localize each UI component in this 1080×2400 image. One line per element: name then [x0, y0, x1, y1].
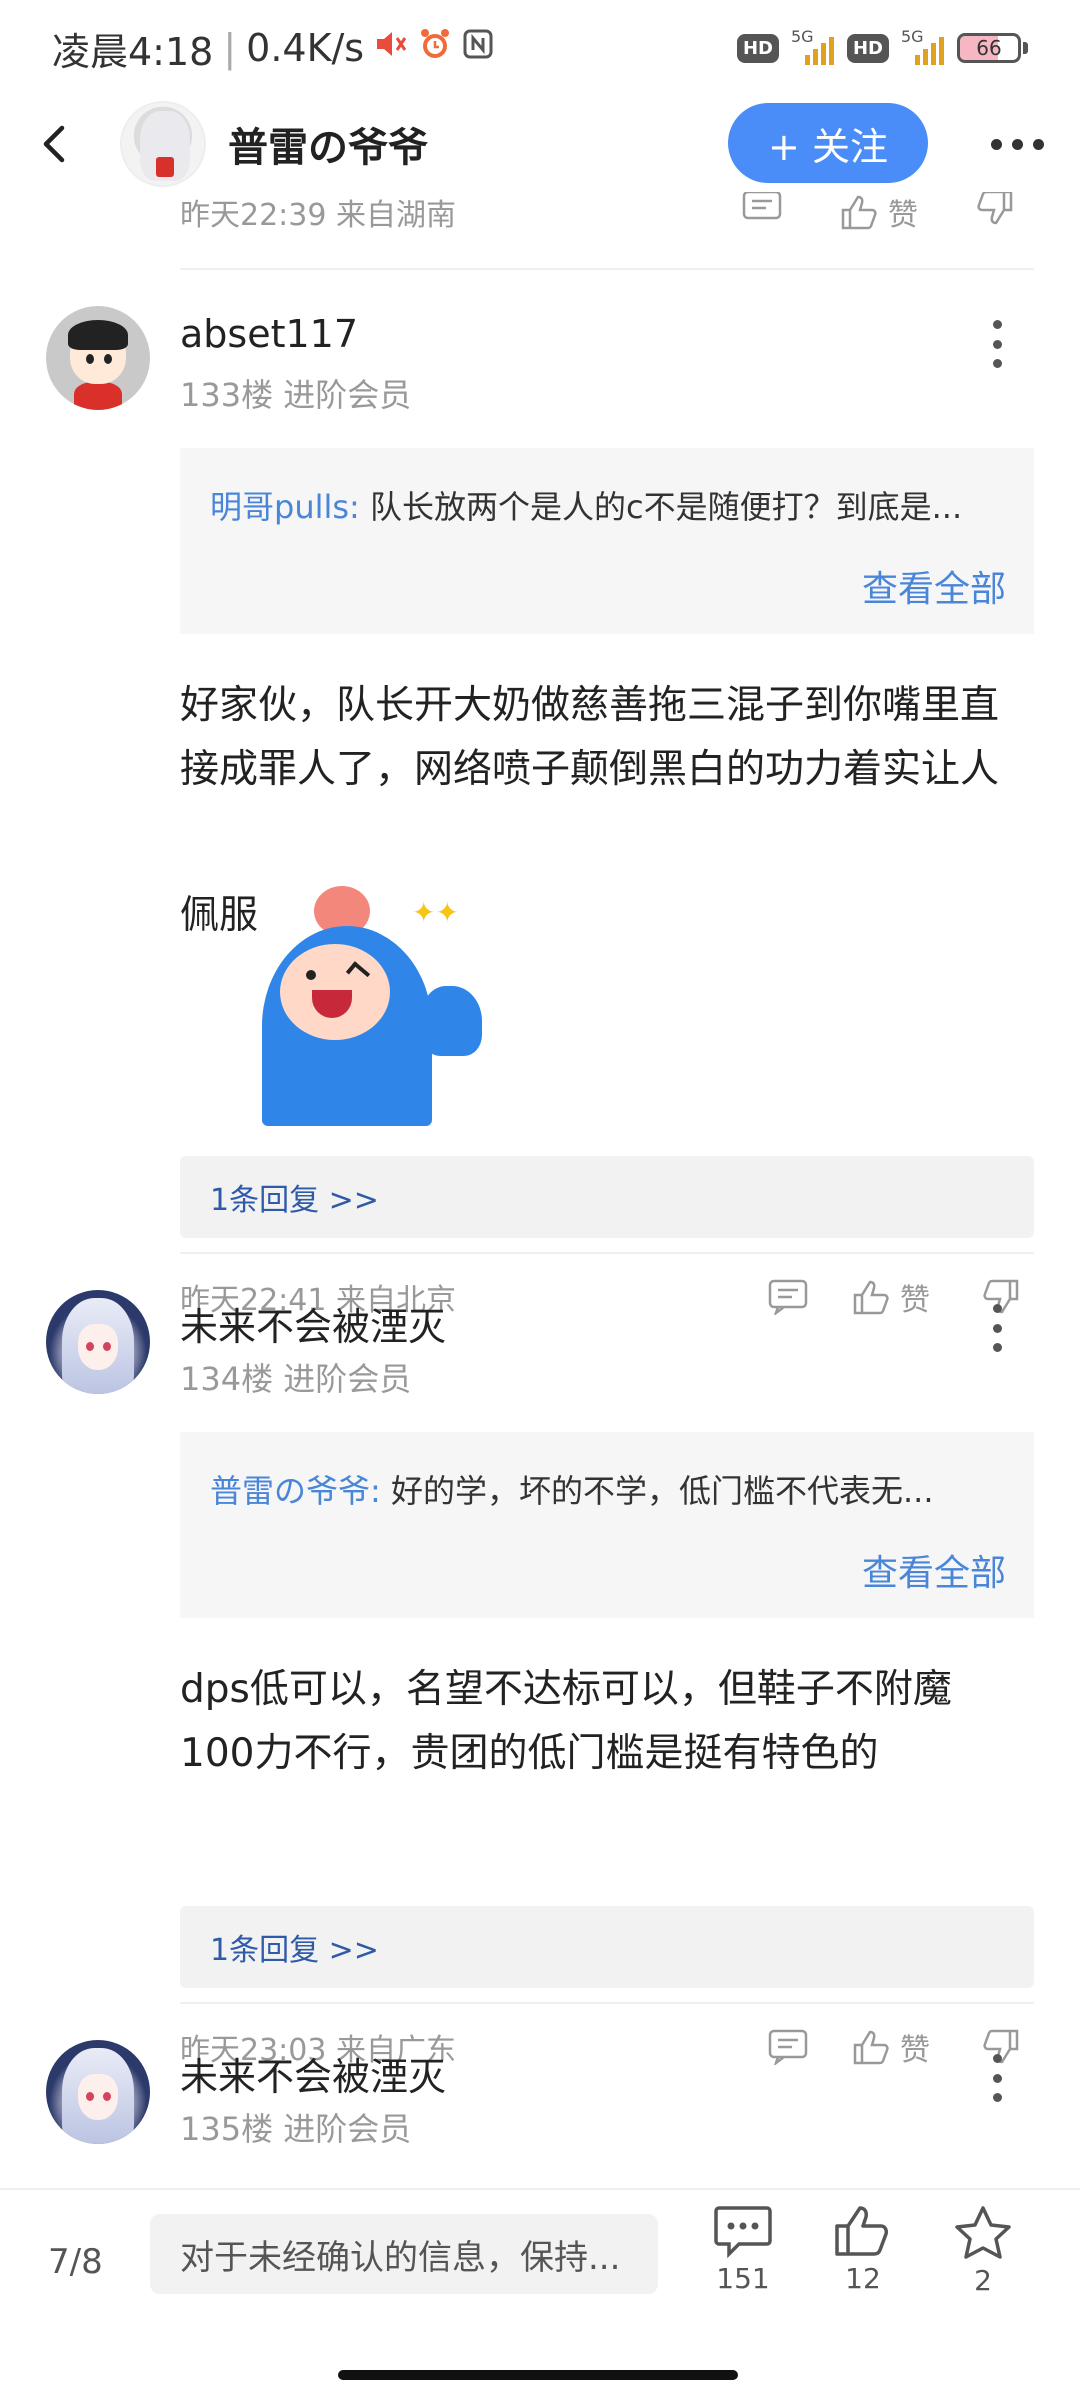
home-indicator[interactable]	[338, 2370, 738, 2380]
hd-badge: HD	[846, 33, 889, 63]
post-menu-button[interactable]	[982, 314, 1012, 374]
status-right: HD 5G HD 5G 66	[736, 27, 1028, 65]
status-bar: 凌晨4:18 | 0.4K/s HD 5G HD 5G 66	[0, 0, 1080, 96]
body-line: 好家伙，队长开大奶做慈善拖三混子到你嘴里直	[180, 683, 1000, 728]
quote-author: 明哥pulls:	[210, 488, 360, 526]
comment-icon	[768, 1279, 808, 1315]
star-icon	[955, 2206, 1011, 2259]
dot	[1032, 138, 1044, 150]
dot	[990, 138, 1002, 150]
previous-post-meta: 昨天22:39 来自湖南 赞	[180, 192, 1034, 232]
comment-icon[interactable]	[742, 192, 782, 232]
battery-level: 66	[976, 36, 1002, 60]
page-indicator[interactable]: 7/8	[48, 2242, 103, 2282]
thumbs-down-icon[interactable]	[976, 192, 1014, 232]
thumbs-up-icon	[853, 2030, 889, 2065]
thumbs-up-icon	[835, 2206, 888, 2256]
battery-tip	[1023, 42, 1028, 54]
floor-level: 134楼 进阶会员	[180, 1360, 412, 1398]
like-thread-button[interactable]: 12	[818, 2204, 908, 2295]
post-time-location: 昨天22:39 来自湖南	[180, 198, 456, 232]
quote-line: 明哥pulls: 队长放两个是人的c不是随便打？到底是...	[210, 482, 1014, 528]
comment-count: 151	[716, 2262, 770, 2295]
divider	[180, 1252, 1034, 1254]
nfc-icon	[462, 28, 494, 69]
thread-header: 普雷の爷爷 + 关注	[0, 96, 1080, 192]
floor-level: 135楼 进阶会员	[180, 2110, 412, 2148]
thumbs-up-icon	[841, 195, 877, 230]
like-label: 赞	[900, 1283, 930, 1318]
reply-input[interactable]: 对于未经确认的信息，保持...	[150, 2214, 658, 2294]
quoted-comment[interactable]: 普雷の爷爷: 好的学，坏的不学，低门槛不代表无... 查看全部	[180, 1432, 1034, 1618]
divider	[180, 2002, 1034, 2004]
avatar[interactable]	[46, 2040, 150, 2144]
comment-body: 好家伙，队长开大奶做慈善拖三混子到你嘴里直 接成罪人了，网络喷子颠倒黑白的功力着…	[180, 674, 1034, 802]
avatar[interactable]	[46, 1290, 150, 1394]
username[interactable]: abset117	[180, 312, 358, 356]
like-label: 赞	[888, 198, 918, 232]
like-button[interactable]: 赞	[852, 1275, 930, 1319]
comment-body-end: 佩服	[180, 884, 258, 948]
signal-icon: 5G	[901, 27, 945, 65]
quote-line: 普雷の爷爷: 好的学，坏的不学，低门槛不代表无...	[210, 1466, 1014, 1512]
quote-author: 普雷の爷爷:	[210, 1472, 381, 1510]
status-left: 凌晨4:18 | 0.4K/s	[52, 21, 494, 76]
battery-icon: 66	[957, 33, 1021, 63]
view-all-link[interactable]: 查看全部	[862, 1544, 1006, 1596]
chevron-left-icon	[43, 125, 65, 163]
favorite-count: 2	[974, 2264, 992, 2297]
view-replies-button[interactable]: 1条回复 >>	[180, 1906, 1034, 1988]
status-time: 凌晨4:18	[52, 29, 214, 74]
comment-button[interactable]	[768, 2029, 808, 2065]
hd-badge: HD	[736, 33, 779, 63]
quoted-comment[interactable]: 明哥pulls: 队长放两个是人的c不是随便打？到底是... 查看全部	[180, 448, 1034, 634]
comment-body: dps低可以，名望不达标可以，但鞋子不附魔 100力不行，贵团的低门槛是挺有特色…	[180, 1658, 1034, 1786]
view-replies-button[interactable]: 1条回复 >>	[180, 1156, 1034, 1238]
signal-icon: 5G	[791, 27, 835, 65]
network-type: 5G	[901, 27, 924, 46]
alarm-icon	[418, 27, 452, 70]
body-line: dps低可以，名望不达标可以，但鞋子不附魔	[180, 1667, 952, 1712]
username[interactable]: 未来不会被湮灭	[180, 2046, 446, 2101]
sticker-emoji: ✦✦	[262, 886, 492, 1126]
network-type: 5G	[790, 27, 814, 46]
author-avatar[interactable]	[120, 101, 206, 187]
quote-text: 队长放两个是人的c不是随便打？到底是...	[359, 488, 963, 526]
post-menu-button[interactable]	[982, 1298, 1012, 1358]
view-all-link[interactable]: 查看全部	[862, 560, 1006, 612]
like-button[interactable]: 赞	[852, 2025, 930, 2069]
dot	[1011, 138, 1023, 150]
avatar[interactable]	[46, 306, 150, 410]
body-line: 接成罪人了，网络喷子颠倒黑白的功力着实让人	[180, 747, 1000, 792]
status-separator: |	[223, 26, 237, 70]
status-speed: 0.4K/s	[246, 26, 365, 70]
thumbs-up-icon	[853, 1280, 889, 1315]
post-menu-button[interactable]	[982, 2048, 1012, 2108]
comment-icon	[768, 2029, 808, 2065]
more-options-button[interactable]	[982, 116, 1052, 172]
body-line: 佩服	[180, 893, 259, 938]
bottom-action-bar: 7/8 对于未经确认的信息，保持... 151 12 2	[0, 2188, 1080, 2328]
comment-icon	[714, 2206, 772, 2258]
floor-level: 133楼 进阶会员	[180, 376, 412, 414]
favorite-button[interactable]: 2	[938, 2204, 1028, 2297]
username[interactable]: 未来不会被湮灭	[180, 1296, 446, 1351]
author-name[interactable]: 普雷の爷爷	[228, 115, 428, 173]
comments-button[interactable]: 151	[698, 2204, 788, 2295]
like-button[interactable]: 赞	[840, 192, 918, 232]
follow-button[interactable]: + 关注	[728, 103, 928, 183]
body-line: 100力不行，贵团的低门槛是挺有特色的	[180, 1731, 879, 1776]
divider	[180, 268, 1034, 270]
back-button[interactable]	[30, 119, 80, 169]
comment-button[interactable]	[768, 1279, 808, 1315]
mute-icon	[374, 28, 408, 68]
quote-text: 好的学，坏的不学，低门槛不代表无...	[380, 1472, 934, 1510]
like-count: 12	[845, 2262, 881, 2295]
like-label: 赞	[900, 2033, 930, 2068]
